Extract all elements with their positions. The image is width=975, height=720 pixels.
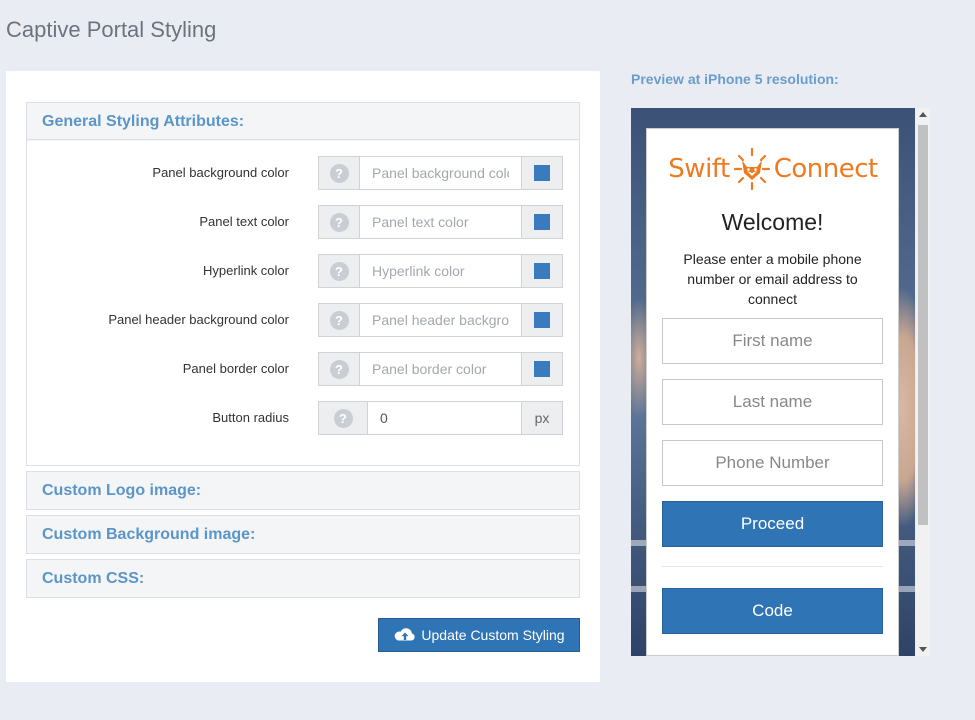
phone-number-input[interactable] [662, 440, 883, 486]
styling-panel: General Styling Attributes: Panel backgr… [6, 71, 600, 682]
preview-frame: Swift Connect Welcome! Please enter a mo… [631, 108, 915, 656]
instructions-text: Please enter a mobile phone number or em… [683, 251, 862, 307]
question-mark: ? [333, 408, 353, 428]
update-button-label: Update Custom Styling [421, 627, 565, 643]
custom-css-section[interactable]: Custom CSS: [26, 559, 580, 598]
custom-logo-section[interactable]: Custom Logo image: [26, 471, 580, 510]
scroll-thumb[interactable] [918, 125, 928, 525]
preview-scrollbar[interactable] [916, 108, 930, 656]
panel-border-color-input[interactable] [360, 353, 521, 385]
button-radius-label: Button radius [212, 410, 289, 425]
color-picker-button[interactable] [521, 353, 562, 385]
question-mark: ? [329, 359, 349, 379]
hyperlink-color-row: Hyperlink color ? [27, 254, 579, 288]
hyperlink-color-group: ? [318, 254, 563, 288]
question-mark: ? [329, 310, 349, 330]
help-icon[interactable]: ? [319, 157, 360, 189]
help-icon[interactable]: ? [319, 353, 360, 385]
code-button[interactable]: Code [662, 588, 883, 634]
update-custom-styling-button[interactable]: Update Custom Styling [378, 618, 580, 652]
hyperlink-color-input[interactable] [360, 255, 521, 287]
custom-logo-header[interactable]: Custom Logo image: [27, 472, 579, 509]
cloud-upload-icon [395, 628, 415, 641]
general-styling-section: General Styling Attributes: Panel backgr… [26, 102, 580, 466]
divider [662, 566, 883, 567]
panel-text-color-input[interactable] [360, 206, 521, 238]
question-mark: ? [329, 261, 349, 281]
help-icon[interactable]: ? [319, 255, 360, 287]
color-swatch [534, 214, 550, 230]
hyperlink-color-label: Hyperlink color [203, 263, 289, 278]
color-picker-button[interactable] [521, 255, 562, 287]
custom-background-header[interactable]: Custom Background image: [27, 516, 579, 553]
panel-background-color-group: ? [318, 156, 563, 190]
general-styling-header[interactable]: General Styling Attributes: [27, 103, 579, 140]
button-radius-row: Button radius ? px [27, 401, 579, 435]
panel-header-background-color-row: Panel header background color ? [27, 303, 579, 337]
color-picker-button[interactable] [521, 206, 562, 238]
panel-border-color-group: ? [318, 352, 563, 386]
panel-header-background-color-input[interactable] [360, 304, 521, 336]
custom-css-header[interactable]: Custom CSS: [27, 560, 579, 597]
button-radius-input[interactable] [368, 402, 521, 434]
panel-text-color-label: Panel text color [199, 214, 289, 229]
panel-border-color-label: Panel border color [182, 361, 289, 376]
color-swatch [534, 361, 550, 377]
button-radius-group: ? px [318, 401, 563, 435]
proceed-button[interactable]: Proceed [662, 501, 883, 547]
panel-border-color-row: Panel border color ? [27, 352, 579, 386]
panel-header-background-color-label: Panel header background color [108, 312, 289, 327]
px-unit-addon: px [521, 402, 562, 434]
custom-background-section[interactable]: Custom Background image: [26, 515, 580, 554]
panel-text-color-group: ? [318, 205, 563, 239]
logo-text-connect: Connect [773, 154, 879, 184]
fox-logo-icon [733, 147, 770, 191]
color-swatch [534, 312, 550, 328]
help-icon[interactable]: ? [319, 402, 368, 434]
color-swatch [534, 263, 550, 279]
first-name-input[interactable] [662, 318, 883, 364]
last-name-input[interactable] [662, 379, 883, 425]
scroll-up-icon[interactable] [919, 112, 927, 117]
question-mark: ? [329, 163, 349, 183]
swiftconnect-logo: Swift Connect [663, 145, 883, 193]
preview-label: Preview at iPhone 5 resolution: [631, 71, 839, 87]
question-mark: ? [329, 212, 349, 232]
scroll-down-icon[interactable] [919, 647, 927, 652]
panel-background-color-input[interactable] [360, 157, 521, 189]
color-swatch [534, 165, 550, 181]
welcome-heading: Welcome! [721, 209, 824, 235]
page-title: Captive Portal Styling [6, 17, 217, 42]
panel-text-color-row: Panel text color ? [27, 205, 579, 239]
color-picker-button[interactable] [521, 304, 562, 336]
help-icon[interactable]: ? [319, 304, 360, 336]
panel-header-background-color-group: ? [318, 303, 563, 337]
logo-text-swift: Swift [668, 154, 730, 184]
panel-background-color-row: Panel background color ? [27, 156, 579, 190]
help-icon[interactable]: ? [319, 206, 360, 238]
color-picker-button[interactable] [521, 157, 562, 189]
portal-login-panel: Swift Connect Welcome! Please enter a mo… [646, 128, 899, 656]
panel-background-color-label: Panel background color [152, 165, 289, 180]
general-styling-body: Panel background color ? Panel text colo… [27, 141, 579, 465]
